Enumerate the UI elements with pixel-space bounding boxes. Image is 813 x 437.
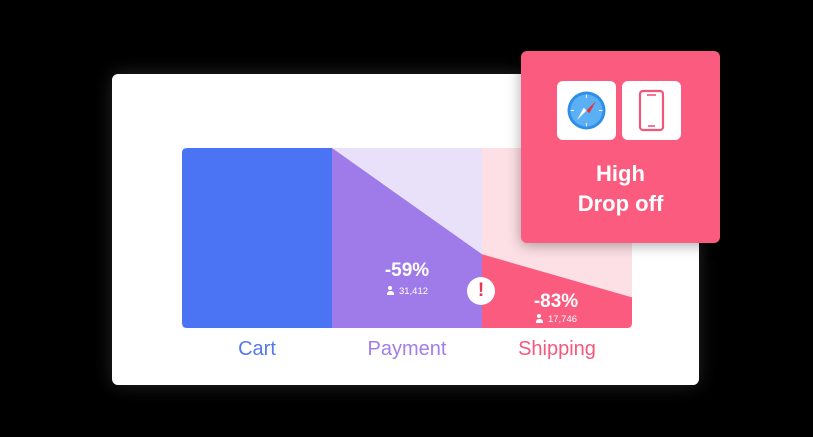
shipping-users-count: 17,746: [547, 314, 578, 325]
user-icon: [535, 314, 544, 323]
popup-title-line2: Drop off: [577, 191, 664, 216]
stage-label-shipping: Shipping: [518, 338, 596, 360]
drop-off-popup: High Drop off: [521, 51, 720, 243]
popup-title-line1: High: [596, 161, 645, 186]
mobile-phone-icon: [638, 89, 665, 132]
mobile-tile[interactable]: [622, 81, 681, 140]
shipping-change-label: -83%: [533, 291, 579, 312]
safari-tile[interactable]: [557, 81, 616, 140]
warning-alert-icon[interactable]: !: [467, 277, 495, 305]
stage-label-cart: Cart: [238, 338, 276, 360]
user-icon: [386, 286, 395, 295]
payment-change-label: -59%: [384, 260, 430, 281]
payment-users-label: 31,412: [357, 286, 457, 297]
safari-compass-icon: [567, 91, 606, 130]
cart-bar: [182, 148, 332, 328]
payment-users-count: 31,412: [398, 286, 429, 297]
shipping-users-label: 17,746: [506, 314, 606, 325]
stage-label-payment: Payment: [367, 338, 447, 360]
